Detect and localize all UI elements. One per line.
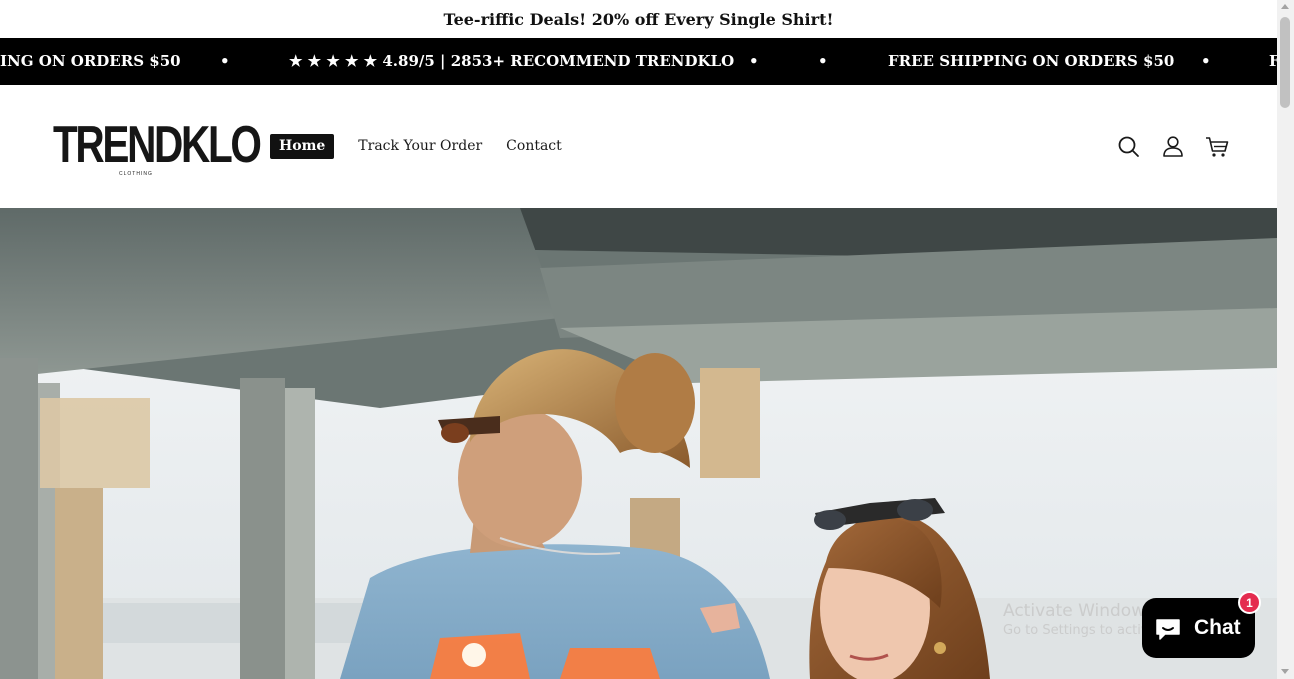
marquee-item: ING ON ORDERS $50 xyxy=(0,52,181,70)
scroll-up-arrow-icon[interactable] xyxy=(1281,4,1289,9)
page-scrollbar[interactable] xyxy=(1277,0,1294,679)
search-icon[interactable] xyxy=(1116,134,1142,160)
marquee-separator: • xyxy=(1201,52,1211,70)
announcement-text: Tee-riffic Deals! 20% off Every Single S… xyxy=(443,9,834,29)
announcement-bar: Tee-riffic Deals! 20% off Every Single S… xyxy=(0,0,1277,38)
marquee-item: FREE SHIPPING ON ORDERS $50 xyxy=(888,52,1175,70)
marquee-separator: • xyxy=(749,52,759,70)
scroll-thumb[interactable] xyxy=(1280,17,1290,108)
nav-home[interactable]: Home xyxy=(270,134,335,159)
chat-notification-badge: 1 xyxy=(1238,591,1261,614)
marquee-item: F xyxy=(1269,52,1277,70)
marquee-separator: • xyxy=(220,52,230,70)
marquee-bar: ING ON ORDERS $50 • ★ ★ ★ ★ ★ 4.89/5 | 2… xyxy=(0,38,1277,85)
chat-bubble-icon xyxy=(1156,619,1180,640)
nav-track-order[interactable]: Track Your Order xyxy=(358,134,482,159)
marquee-separator: • xyxy=(818,52,828,70)
nav-contact[interactable]: Contact xyxy=(506,134,562,159)
logo[interactable]: TRENDKLO CLOTHING xyxy=(53,116,262,179)
scroll-down-arrow-icon[interactable] xyxy=(1281,669,1289,674)
logo-wordmark: TRENDKLO xyxy=(53,116,262,174)
marquee-item: ★ ★ ★ ★ ★ 4.89/5 | 2853+ RECOMMEND TREND… xyxy=(289,52,735,70)
cart-icon[interactable] xyxy=(1204,134,1230,160)
account-icon[interactable] xyxy=(1160,134,1186,160)
logo-tagline: CLOTHING xyxy=(119,171,153,177)
chat-label: Chat xyxy=(1194,616,1241,639)
main-nav: Home Track Your Order Contact xyxy=(270,134,586,159)
site-header: TRENDKLO CLOTHING Home Track Your Order … xyxy=(0,85,1277,208)
